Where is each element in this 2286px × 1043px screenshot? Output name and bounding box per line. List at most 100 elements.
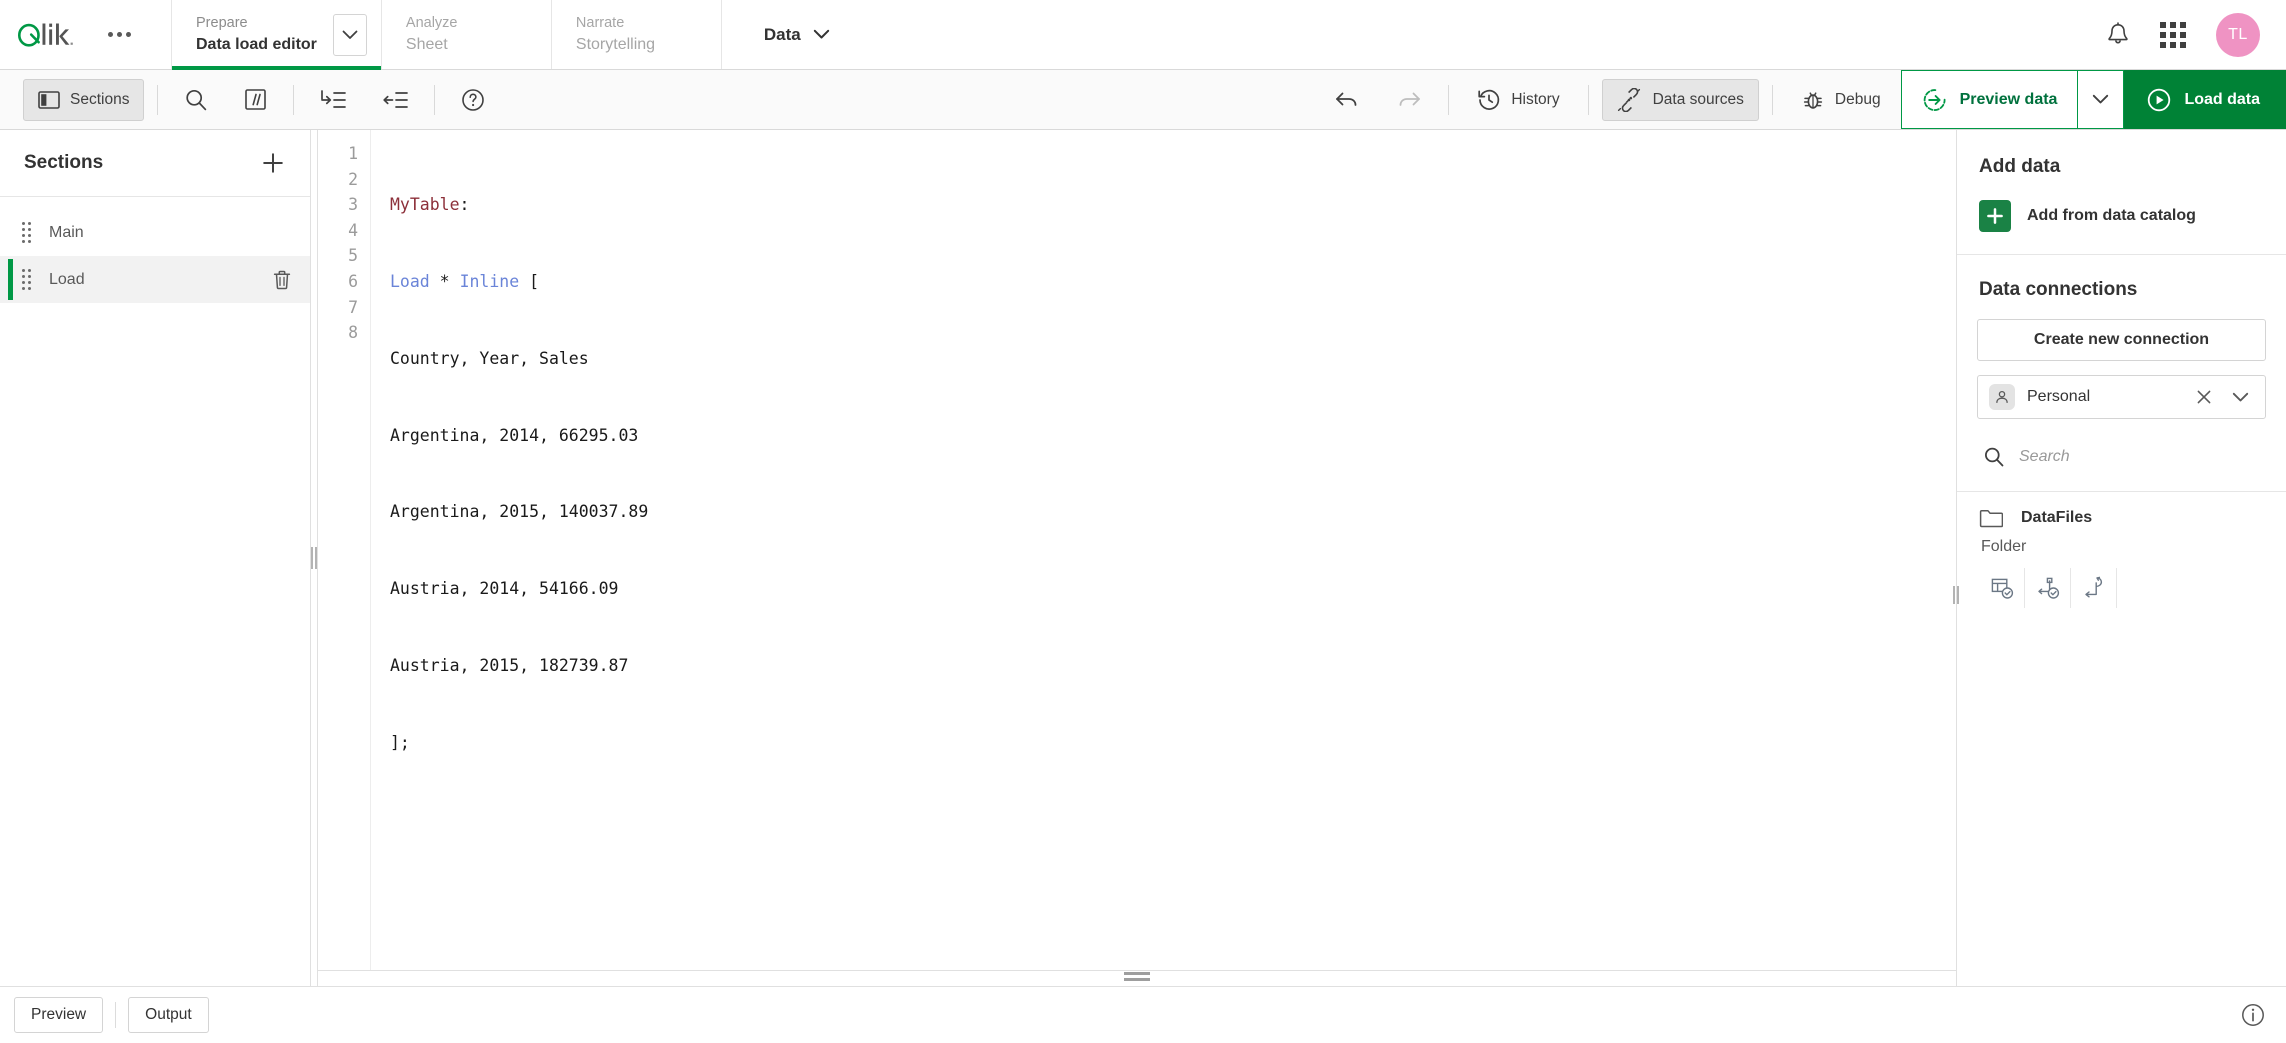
sections-list: Main Load (0, 197, 310, 986)
code-token: : (459, 195, 470, 215)
script-editor[interactable]: 1 2 3 4 5 6 7 8 MyTable: Load * Inline [… (318, 130, 1956, 970)
chevron-down-icon (2093, 94, 2109, 104)
preview-data-dropdown-button[interactable] (2078, 70, 2125, 129)
sections-toggle-button[interactable]: Sections (23, 78, 145, 121)
info-circle-icon (2242, 1004, 2264, 1026)
main-body: Sections Main Load 1 2 3 4 5 6 7 8 MyTab… (0, 130, 2286, 986)
prepare-dropdown-button[interactable] (332, 13, 367, 56)
space-filter-select[interactable]: Personal (1977, 375, 2266, 419)
more-menu-icon[interactable] (106, 26, 133, 43)
select-data-table-icon (1991, 578, 2014, 599)
edit-connection-button[interactable] (2071, 568, 2117, 608)
code-content[interactable]: MyTable: Load * Inline [ Country, Year, … (370, 130, 1956, 970)
sections-toggle-label: Sections (70, 90, 130, 108)
code-token: Austria, 2014, 54166.09 (390, 579, 619, 599)
avatar[interactable]: TL (2216, 12, 2260, 57)
editor-toolbar: Sections History Data sources Debug Prev… (0, 70, 2286, 130)
code-token: Argentina, 2015, 140037.89 (390, 502, 649, 522)
search-icon (186, 89, 207, 110)
splitter-grip-icon (1124, 972, 1150, 981)
connection-name: DataFiles (2021, 509, 2093, 526)
delete-section-button[interactable] (268, 265, 296, 295)
drag-handle-icon[interactable] (22, 222, 31, 243)
edit-connection-icon (2084, 576, 2102, 598)
clear-space-filter-button[interactable] (2192, 389, 2216, 405)
panel-divider (1957, 254, 2286, 255)
connection-actions (1979, 568, 2266, 608)
history-button[interactable]: History (1462, 79, 1574, 121)
toolbar-divider (1771, 84, 1773, 115)
code-token: * (429, 271, 460, 291)
line-number: 8 (348, 323, 358, 343)
connections-search-row[interactable] (1977, 435, 2266, 479)
load-data-button[interactable]: Load data (2124, 70, 2286, 129)
line-number: 5 (348, 246, 358, 266)
space-filter-dropdown-button[interactable] (2228, 392, 2253, 403)
help-button[interactable] (448, 79, 498, 121)
qlik-logo-icon[interactable] (18, 18, 90, 52)
connection-row[interactable]: DataFiles (1979, 508, 2266, 528)
add-data-title: Add data (1979, 156, 2061, 177)
insert-connection-string-icon (2037, 577, 2059, 599)
plus-icon (263, 153, 283, 173)
code-token: Load (390, 271, 430, 291)
search-button[interactable] (171, 79, 221, 121)
code-line: Argentina, 2014, 66295.03 (390, 423, 1956, 449)
data-sources-button[interactable]: Data sources (1601, 78, 1759, 121)
indent-button[interactable] (307, 79, 359, 121)
app-launcher-grid-icon[interactable] (2160, 21, 2186, 48)
preview-tab-button[interactable]: Preview (14, 997, 104, 1033)
add-from-data-catalog-button[interactable]: Add from data catalog (1979, 200, 2266, 232)
nav-prepare-label: Data load editor (196, 36, 317, 53)
debug-button[interactable]: Debug (1786, 79, 1896, 121)
add-from-data-catalog-label: Add from data catalog (2027, 207, 2196, 224)
help-circle-icon (462, 88, 485, 111)
comment-slashes-icon (245, 89, 267, 110)
code-token: [ (519, 271, 540, 291)
sidebar-item-load[interactable]: Load (0, 256, 310, 303)
plus-icon (1987, 208, 2003, 224)
indent-right-icon (321, 89, 347, 108)
insert-connection-string-button[interactable] (2025, 568, 2071, 608)
data-menu[interactable]: Data (722, 0, 860, 69)
toolbar-right-group: History Data sources Debug Preview data … (1316, 70, 2286, 129)
code-token: MyTable (390, 195, 460, 215)
preview-data-button[interactable]: Preview data (1900, 70, 2079, 129)
comment-button[interactable] (231, 79, 280, 121)
code-line: Austria, 2014, 54166.09 (390, 576, 1956, 602)
preview-tab-label: Preview (31, 1006, 87, 1023)
select-data-button[interactable] (1979, 568, 2025, 608)
editor-output-splitter[interactable] (318, 970, 1956, 986)
search-icon (1985, 447, 2004, 466)
trash-icon (273, 270, 291, 289)
create-new-connection-label: Create new connection (2033, 331, 2210, 348)
info-button[interactable] (2240, 1002, 2266, 1028)
drag-handle-icon[interactable] (22, 269, 31, 290)
undo-button[interactable] (1321, 79, 1373, 121)
sidebar-item-main[interactable]: Main (0, 209, 310, 256)
code-line: MyTable: (390, 192, 1956, 218)
nav-item-narrate[interactable]: Narrate Storytelling (552, 0, 722, 69)
code-token: Argentina, 2014, 66295.03 (390, 425, 639, 445)
search-input[interactable] (2019, 447, 2262, 466)
output-tab-button[interactable]: Output (128, 997, 209, 1033)
code-line: Country, Year, Sales (390, 346, 1956, 372)
sections-panel: Sections Main Load (0, 130, 311, 986)
redo-arrow-icon (1399, 92, 1421, 106)
person-icon (1996, 390, 2008, 404)
toolbar-divider (157, 84, 159, 115)
notifications-bell-icon[interactable] (2106, 21, 2130, 48)
sections-editor-splitter[interactable] (311, 130, 318, 986)
nav-item-prepare[interactable]: Prepare Data load editor (172, 0, 382, 70)
undo-arrow-icon (1336, 92, 1357, 106)
create-new-connection-button[interactable]: Create new connection (1977, 319, 2266, 361)
add-section-button[interactable] (258, 148, 288, 178)
nav-item-analyze[interactable]: Analyze Sheet (382, 0, 552, 69)
data-connections-title: Data connections (1979, 279, 2138, 300)
history-clock-icon (1478, 89, 1500, 110)
outdent-button[interactable] (369, 79, 421, 121)
load-data-label: Load data (2184, 90, 2260, 108)
redo-button[interactable] (1383, 79, 1435, 121)
bottom-bar: Preview Output (0, 986, 2286, 1043)
data-panel-splitter-grip-icon[interactable] (1953, 586, 1959, 604)
